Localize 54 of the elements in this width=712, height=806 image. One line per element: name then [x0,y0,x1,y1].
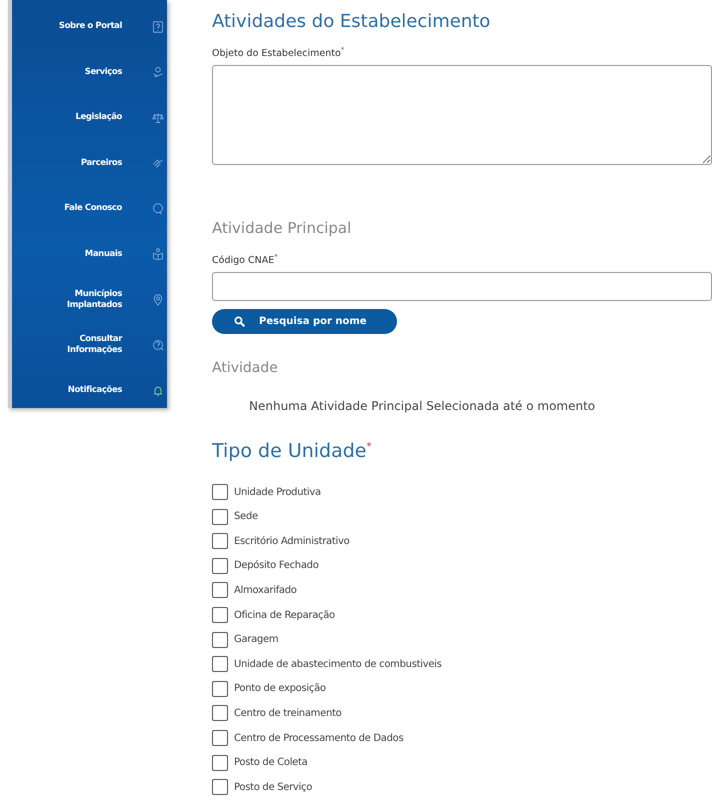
sidebar-item[interactable]: Serviços [50,66,122,78]
checkbox-label: Escritório Administrativo [234,534,350,549]
sidebar-item[interactable]: Municípios Implantados [50,288,122,311]
checkbox[interactable] [212,607,228,624]
checkbox[interactable] [212,582,228,598]
sidebar-item[interactable]: Manuais [50,248,122,260]
section-title: Atividade Principal [212,218,352,240]
text-area-field[interactable] [212,65,712,166]
checkbox-label: Posto de Serviço [234,780,312,795]
checkbox[interactable] [212,680,228,697]
sidebar-item[interactable]: Fale Conosco [50,203,122,214]
checkbox[interactable] [212,705,228,722]
bell-icon [152,384,164,397]
field-label: Código CNAE$^{*}$ [212,252,279,268]
location-pin-icon [152,294,164,306]
checkbox[interactable] [212,484,228,500]
checkbox[interactable] [212,656,228,672]
checkbox[interactable] [212,508,228,525]
sidebar-item[interactable]: Sobre o Portal [50,21,122,32]
sidebar-item[interactable]: Parceiros [50,158,122,169]
checkbox[interactable] [212,533,228,550]
checkbox-label: Almoxarifado [234,584,297,598]
checkbox-label: Garagem [234,633,278,648]
checkbox-label: Sede [234,510,258,524]
checkbox-label: Depósito Fechado [234,559,319,574]
sidebar-item[interactable]: Legislação [50,112,122,124]
checkbox[interactable] [212,632,228,648]
section-title: Atividade [212,359,279,378]
checkbox[interactable] [212,558,228,574]
checkbox-label: Oficina de Reparação [234,608,335,623]
checkbox[interactable] [212,730,228,746]
field-label: Objeto do Estabelecimento$^{*}$ [212,45,346,62]
book-icon [152,248,164,260]
sidebar-item[interactable]: Consultar Informações [50,334,122,356]
checkbox[interactable] [212,754,228,771]
section-title: Tipo de Unidade$^{*}$ [212,439,372,464]
scale-icon [152,112,164,124]
person-hand-icon [152,66,164,78]
chat-icon [152,202,164,215]
checkbox-label: Centro de treinamento [234,706,342,721]
checkbox-label: Centro de Processamento de Dados [234,732,404,746]
search-icon [234,316,245,328]
input-field[interactable] [212,272,712,302]
checkbox-label: Posto de Coleta [234,756,308,770]
section-title: Atividades do Estabelecimento [212,10,492,34]
search-button[interactable]: Pesquisa por nome [212,309,397,334]
checkbox-label: Unidade de abastecimento de combustiveis [234,658,442,672]
question-box-icon [152,20,164,33]
sidebar-item[interactable]: Notificações [50,385,122,396]
empty-message: Nenhuma Atividade Principal Selecionada até o momento [249,398,596,416]
checkbox-label: Ponto de exposição [234,682,326,696]
help-icon [152,339,164,352]
checkbox-label: Unidade Produtiva [234,486,321,500]
checkbox[interactable] [212,779,228,796]
